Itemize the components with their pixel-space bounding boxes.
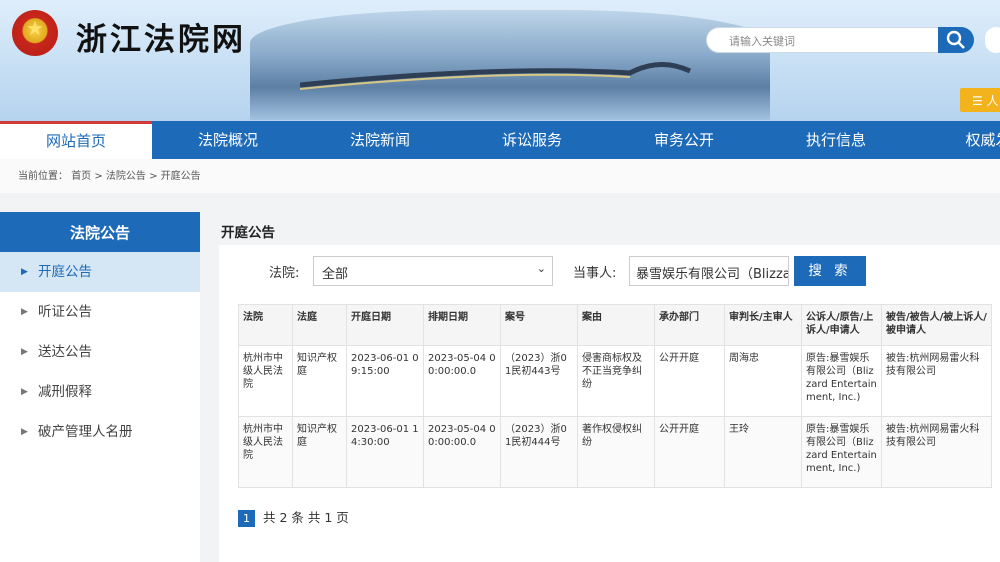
nav-item-overview[interactable]: 法院概况 [152,121,304,159]
table-cell: 杭州市中级人民法院 [238,416,293,488]
party-input[interactable]: 暴雪娱乐有限公司（Blizzard [629,256,789,286]
triangle-right-icon: ▶ [21,347,28,357]
column-header: 案号 [500,304,578,346]
table-row[interactable]: 杭州市中级人民法院 知识产权庭 2023-06-01 09:15:00 2023… [238,345,992,417]
sidebar-item-label: 减刑假释 [38,384,92,400]
column-header: 法庭 [292,304,347,346]
party-label: 当事人: [573,266,617,281]
table-cell: 公开开庭 [654,416,725,488]
table-cell: （2023）浙01民初444号 [500,416,578,488]
search-button[interactable]: 搜 索 [794,256,866,286]
chevron-down-icon: ⌄ [536,262,546,275]
triangle-right-icon: ▶ [21,427,28,437]
triangle-right-icon: ▶ [21,307,28,317]
page-number-button[interactable]: 1 [238,510,255,527]
table-cell: 著作权侵权纠纷 [577,416,655,488]
table-cell: 杭州市中级人民法院 [238,345,293,417]
sidebar-item-service[interactable]: ▶ 送达公告 [0,332,200,372]
court-select[interactable]: 全部 ⌄ [313,256,553,286]
sidebar: 法院公告 ▶ 开庭公告 ▶ 听证公告 ▶ 送达公告 ▶ 减刑假释 ▶ 破产管理人… [0,212,200,562]
table-cell: 2023-05-04 00:00:00.0 [423,416,501,488]
site-search-input[interactable]: 请输入关键词 [706,27,939,53]
header-banner-bridge [300,61,692,90]
column-header: 开庭日期 [346,304,424,346]
table-cell: 原告:暴雪娱乐有限公司（Blizzard Entertainment, Inc.… [801,345,882,417]
column-header: 案由 [577,304,655,346]
nav-item-litigation[interactable]: 诉讼服务 [456,121,608,159]
sidebar-item-label: 开庭公告 [38,264,92,280]
table-cell: 2023-06-01 09:15:00 [346,345,424,417]
sidebar-item-hearing[interactable]: ▶ 开庭公告 [0,252,200,292]
table-cell: 知识产权庭 [292,345,347,417]
national-emblem-icon: ★ [12,10,58,56]
sidebar-item-label: 听证公告 [38,304,92,320]
column-header: 被告/被告人/被上诉人/被申请人 [881,304,992,346]
column-header: 承办部门 [654,304,725,346]
pagination: 1 共 2 条 共 1 页 [238,507,349,527]
table-cell: 2023-05-04 00:00:00.0 [423,345,501,417]
column-header: 审判长/主审人 [724,304,802,346]
user-button[interactable]: ☰ 人 [960,88,1000,112]
breadcrumb: 当前位置： 首页 > 法院公告 > 开庭公告 [0,159,1000,193]
main-nav: 网站首页 法院概况 法院新闻 诉讼服务 审务公开 执行信息 权威发 [0,121,1000,159]
table-cell: 原告:暴雪娱乐有限公司（Blizzard Entertainment, Inc.… [801,416,882,488]
column-header: 公诉人/原告/上诉人/申请人 [801,304,882,346]
table-cell: 被告:杭州网易雷火科技有限公司 [881,416,992,488]
table-cell: 2023-06-01 14:30:00 [346,416,424,488]
nav-item-authority[interactable]: 权威发 [912,121,1000,159]
nav-item-news[interactable]: 法院新闻 [304,121,456,159]
site-title: 浙江法院网 [76,22,246,58]
table-cell: 被告:杭州网易雷火科技有限公司 [881,345,992,417]
pagination-summary: 共 2 条 共 1 页 [263,510,349,525]
sidebar-item-label: 破产管理人名册 [38,424,133,440]
table-cell: 王玲 [724,416,802,488]
breadcrumb-prefix: 当前位置： [18,171,68,182]
page-title: 开庭公告 [221,225,275,241]
nav-item-trial-public[interactable]: 审务公开 [608,121,760,159]
table-cell: 侵害商标权及不正当竞争纠纷 [577,345,655,417]
court-label: 法院: [269,266,300,281]
main-content: 开庭公告 法院: 全部 ⌄ 当事人: 暴雪娱乐有限公司（Blizzard 搜 索… [219,212,1000,562]
table-cell: （2023）浙01民初443号 [500,345,578,417]
search-icon [946,30,965,49]
nav-item-home[interactable]: 网站首页 [0,121,152,159]
table-row[interactable]: 杭州市中级人民法院 知识产权庭 2023-06-01 14:30:00 2023… [238,416,992,488]
table-cell: 知识产权庭 [292,416,347,488]
sidebar-item-commutation[interactable]: ▶ 减刑假释 [0,372,200,412]
court-select-value: 全部 [322,267,349,282]
sidebar-item-hearing-notice[interactable]: ▶ 听证公告 [0,292,200,332]
triangle-right-icon: ▶ [21,387,28,397]
site-search-button[interactable] [938,27,974,53]
sidebar-item-label: 送达公告 [38,344,92,360]
sidebar-title: 法院公告 [0,212,200,252]
column-header: 法院 [238,304,293,346]
table-header-row: 法院 法庭 开庭日期 排期日期 案号 案由 承办部门 审判长/主审人 公诉人/原… [238,304,992,346]
site-header: ★ 浙江法院网 请输入关键词 ☰ 人 [0,0,1000,121]
breadcrumb-path[interactable]: 首页 > 法院公告 > 开庭公告 [71,171,200,182]
header-extra-button[interactable] [985,27,1000,53]
hearing-table: 法院 法庭 开庭日期 排期日期 案号 案由 承办部门 审判长/主审人 公诉人/原… [238,304,992,488]
triangle-right-icon: ▶ [21,267,28,277]
nav-item-execution[interactable]: 执行信息 [760,121,912,159]
column-header: 排期日期 [423,304,501,346]
table-cell: 公开开庭 [654,345,725,417]
sidebar-item-bankruptcy[interactable]: ▶ 破产管理人名册 [0,412,200,452]
search-panel: 法院: 全部 ⌄ 当事人: 暴雪娱乐有限公司（Blizzard 搜 索 法院 法… [219,245,1000,562]
table-cell: 周海忠 [724,345,802,417]
